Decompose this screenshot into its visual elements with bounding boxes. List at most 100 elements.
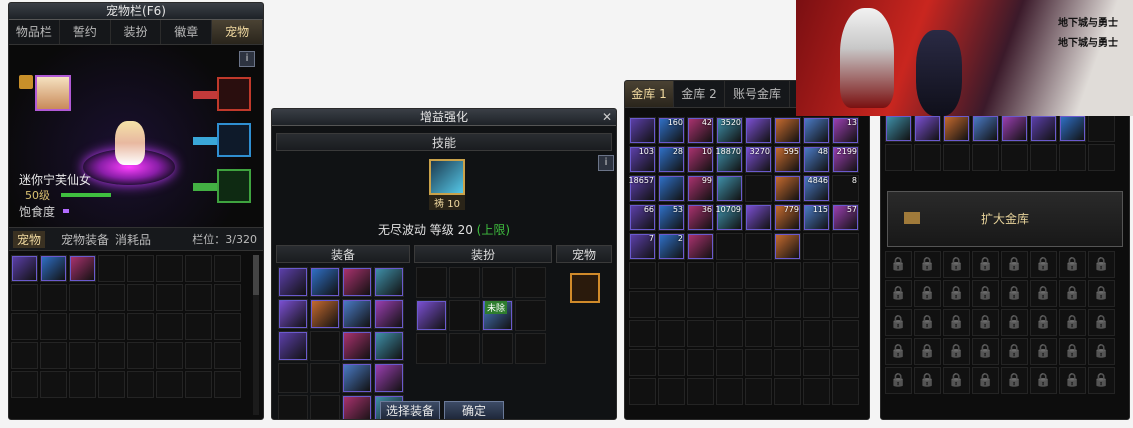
- empty-slot[interactable]: [658, 349, 685, 376]
- empty-slot[interactable]: [774, 378, 801, 405]
- item-slot[interactable]: 779: [774, 204, 801, 231]
- item-slot[interactable]: 57: [832, 204, 859, 231]
- empty-slot[interactable]: [214, 284, 241, 311]
- item-slot[interactable]: 4846: [803, 175, 830, 202]
- item-slot[interactable]: [310, 299, 340, 329]
- item-slot[interactable]: [310, 267, 340, 297]
- empty-slot[interactable]: [774, 349, 801, 376]
- empty-slot[interactable]: [745, 349, 772, 376]
- empty-slot[interactable]: [214, 371, 241, 398]
- item-slot[interactable]: [885, 115, 912, 142]
- item-slot[interactable]: [342, 363, 372, 393]
- empty-slot[interactable]: [745, 175, 772, 202]
- item-slot[interactable]: [374, 267, 404, 297]
- empty-slot[interactable]: [40, 371, 67, 398]
- empty-slot[interactable]: [774, 291, 801, 318]
- empty-slot[interactable]: [832, 233, 859, 260]
- empty-slot[interactable]: [803, 262, 830, 289]
- empty-slot[interactable]: [310, 395, 340, 419]
- empty-slot[interactable]: [127, 284, 154, 311]
- item-slot[interactable]: [774, 233, 801, 260]
- info-button[interactable]: i: [239, 51, 255, 67]
- empty-slot[interactable]: [803, 378, 830, 405]
- tab-oath[interactable]: 誓约: [60, 20, 111, 44]
- empty-slot[interactable]: [774, 320, 801, 347]
- empty-slot[interactable]: [687, 378, 714, 405]
- empty-slot[interactable]: [11, 313, 38, 340]
- empty-slot[interactable]: [687, 349, 714, 376]
- item-slot[interactable]: [716, 175, 743, 202]
- empty-slot[interactable]: [687, 291, 714, 318]
- item-slot[interactable]: [1001, 115, 1028, 142]
- empty-slot[interactable]: [629, 320, 656, 347]
- skill-icon[interactable]: [429, 159, 465, 195]
- empty-slot[interactable]: [449, 300, 480, 331]
- item-slot[interactable]: 18870: [716, 146, 743, 173]
- item-slot[interactable]: [972, 115, 999, 142]
- close-icon[interactable]: ✕: [602, 110, 612, 124]
- item-slot[interactable]: 53: [658, 204, 685, 231]
- empty-slot[interactable]: [310, 331, 340, 361]
- empty-slot[interactable]: [278, 363, 308, 393]
- empty-slot[interactable]: [69, 284, 96, 311]
- pet-inventory-scrollbar[interactable]: [253, 255, 259, 415]
- empty-slot[interactable]: [803, 291, 830, 318]
- empty-slot[interactable]: [127, 255, 154, 282]
- empty-slot[interactable]: [127, 313, 154, 340]
- select-equipment-button[interactable]: 选择装备: [380, 401, 440, 419]
- empty-slot[interactable]: [832, 291, 859, 318]
- empty-slot[interactable]: [745, 291, 772, 318]
- tab-avatar[interactable]: 装扮: [111, 20, 162, 44]
- empty-slot[interactable]: [515, 300, 546, 331]
- tab-vault-1[interactable]: 金库 1: [625, 81, 674, 107]
- empty-slot[interactable]: [449, 333, 480, 364]
- item-slot[interactable]: [914, 115, 941, 142]
- empty-slot[interactable]: [972, 144, 999, 171]
- empty-slot[interactable]: [98, 284, 125, 311]
- empty-slot[interactable]: [416, 267, 447, 298]
- item-slot[interactable]: [658, 175, 685, 202]
- item-slot[interactable]: [745, 204, 772, 231]
- empty-slot[interactable]: [1030, 144, 1057, 171]
- empty-slot[interactable]: [774, 262, 801, 289]
- empty-slot[interactable]: [687, 262, 714, 289]
- empty-slot[interactable]: [185, 342, 212, 369]
- empty-slot[interactable]: [11, 284, 38, 311]
- empty-slot[interactable]: [449, 267, 480, 298]
- empty-slot[interactable]: [69, 371, 96, 398]
- item-slot[interactable]: 3270: [745, 146, 772, 173]
- item-slot[interactable]: [629, 117, 656, 144]
- item-slot[interactable]: 160: [658, 117, 685, 144]
- empty-slot[interactable]: [629, 291, 656, 318]
- empty-slot[interactable]: [185, 371, 212, 398]
- item-slot[interactable]: [374, 299, 404, 329]
- empty-slot[interactable]: [658, 291, 685, 318]
- empty-slot[interactable]: 8: [832, 175, 859, 202]
- empty-slot[interactable]: [914, 144, 941, 171]
- item-slot[interactable]: [342, 299, 372, 329]
- empty-slot[interactable]: [156, 371, 183, 398]
- item-slot[interactable]: 595: [774, 146, 801, 173]
- empty-slot[interactable]: [745, 378, 772, 405]
- item-slot[interactable]: [374, 363, 404, 393]
- empty-slot[interactable]: [803, 349, 830, 376]
- empty-slot[interactable]: [98, 371, 125, 398]
- item-slot[interactable]: [943, 115, 970, 142]
- tab-account-vault[interactable]: 账号金库: [725, 81, 790, 107]
- empty-slot[interactable]: [629, 262, 656, 289]
- empty-slot[interactable]: [40, 313, 67, 340]
- pet-enhance-slot[interactable]: [570, 273, 600, 303]
- item-slot[interactable]: [374, 331, 404, 361]
- item-slot[interactable]: [342, 395, 372, 419]
- empty-slot[interactable]: [40, 342, 67, 369]
- empty-slot[interactable]: [214, 313, 241, 340]
- empty-slot[interactable]: [156, 313, 183, 340]
- item-slot[interactable]: 66: [629, 204, 656, 231]
- empty-slot[interactable]: [803, 320, 830, 347]
- empty-slot[interactable]: [1001, 144, 1028, 171]
- tab-vault-2[interactable]: 金库 2: [674, 81, 725, 107]
- empty-slot[interactable]: [185, 255, 212, 282]
- empty-slot[interactable]: [98, 313, 125, 340]
- empty-slot[interactable]: [745, 262, 772, 289]
- empty-slot[interactable]: [629, 349, 656, 376]
